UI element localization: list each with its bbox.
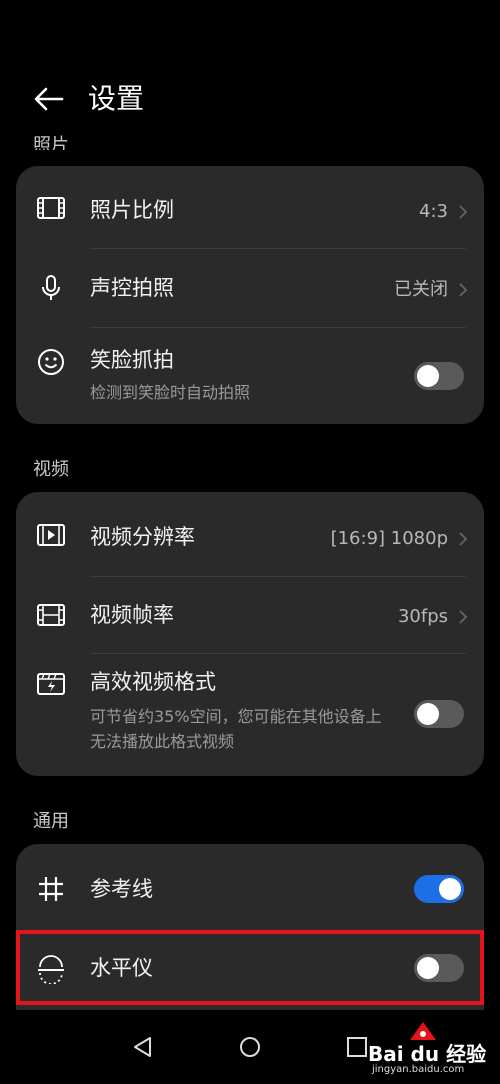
watermark-url: jingyan.baidu.com bbox=[372, 1064, 465, 1075]
setting-value: [16:9] 1080p bbox=[330, 528, 448, 549]
toggle-knob bbox=[439, 878, 461, 900]
setting-label: 照片比例 bbox=[90, 198, 174, 222]
video-resolution-icon bbox=[37, 524, 65, 546]
watermark-brand: Bai du 经验 bbox=[368, 1042, 487, 1066]
setting-value: 已关闭 bbox=[394, 279, 448, 300]
setting-voice-shutter[interactable]: 声控拍照 已关闭 bbox=[16, 249, 484, 327]
section-label-photo: 照片 bbox=[33, 135, 69, 150]
smile-face-icon bbox=[38, 349, 64, 375]
chevron-right-icon bbox=[459, 610, 468, 624]
setting-grid-lines[interactable]: 参考线 bbox=[16, 844, 484, 930]
setting-label: 笑脸抓拍 bbox=[90, 348, 174, 372]
grid-hash-icon bbox=[39, 877, 63, 901]
top-app-bar: 设置 bbox=[0, 60, 500, 140]
section-label-general: 通用 bbox=[33, 811, 69, 832]
chevron-right-icon bbox=[459, 532, 468, 546]
page-title: 设置 bbox=[88, 82, 145, 115]
photo-ratio-icon bbox=[37, 197, 65, 219]
setting-label: 视频分辨率 bbox=[90, 525, 195, 549]
video-settings-card: 视频分辨率 [16:9] 1080p 视频帧率 30fps 高效视频格式 可节省… bbox=[16, 492, 484, 776]
setting-label: 声控拍照 bbox=[90, 276, 174, 300]
setting-label: 视频帧率 bbox=[90, 603, 174, 627]
highlight-box bbox=[16, 930, 484, 1005]
setting-description: 可节省约35%空间，您可能在其他设备上无法播放此格式视频 bbox=[90, 707, 382, 751]
toggle-knob bbox=[417, 703, 439, 725]
setting-video-frame-rate[interactable]: 视频帧率 30fps bbox=[16, 577, 484, 653]
smile-capture-toggle[interactable] bbox=[414, 362, 464, 390]
efficient-format-toggle[interactable] bbox=[414, 700, 464, 728]
film-frame-icon bbox=[37, 604, 65, 626]
chevron-right-icon bbox=[459, 205, 468, 219]
baidu-jingyan-watermark: Bai du 经验 jingyan.baidu.com bbox=[368, 1020, 486, 1078]
nav-back-triangle-icon[interactable] bbox=[126, 1030, 160, 1064]
section-label-video: 视频 bbox=[33, 459, 69, 480]
setting-value: 4:3 bbox=[419, 201, 448, 222]
setting-label: 参考线 bbox=[90, 877, 153, 901]
video-format-icon bbox=[37, 673, 65, 695]
setting-label: 高效视频格式 bbox=[90, 670, 216, 694]
grid-lines-toggle[interactable] bbox=[414, 875, 464, 903]
setting-efficient-video-format[interactable]: 高效视频格式 可节省约35%空间，您可能在其他设备上无法播放此格式视频 bbox=[16, 654, 484, 776]
setting-description: 检测到笑脸时自动拍照 bbox=[90, 383, 251, 402]
chevron-right-icon bbox=[459, 283, 468, 297]
setting-video-resolution[interactable]: 视频分辨率 [16:9] 1080p bbox=[16, 492, 484, 576]
nav-home-circle-icon[interactable] bbox=[233, 1030, 267, 1064]
toggle-knob bbox=[417, 365, 439, 387]
microphone-icon bbox=[42, 275, 60, 300]
photo-settings-card: 照片比例 4:3 声控拍照 已关闭 笑脸抓拍 检测到笑脸时自动拍照 bbox=[16, 166, 484, 424]
back-arrow-icon[interactable] bbox=[32, 82, 66, 116]
setting-value: 30fps bbox=[397, 606, 448, 627]
setting-smile-capture[interactable]: 笑脸抓拍 检测到笑脸时自动拍照 bbox=[16, 328, 484, 424]
setting-photo-ratio[interactable]: 照片比例 4:3 bbox=[16, 166, 484, 248]
